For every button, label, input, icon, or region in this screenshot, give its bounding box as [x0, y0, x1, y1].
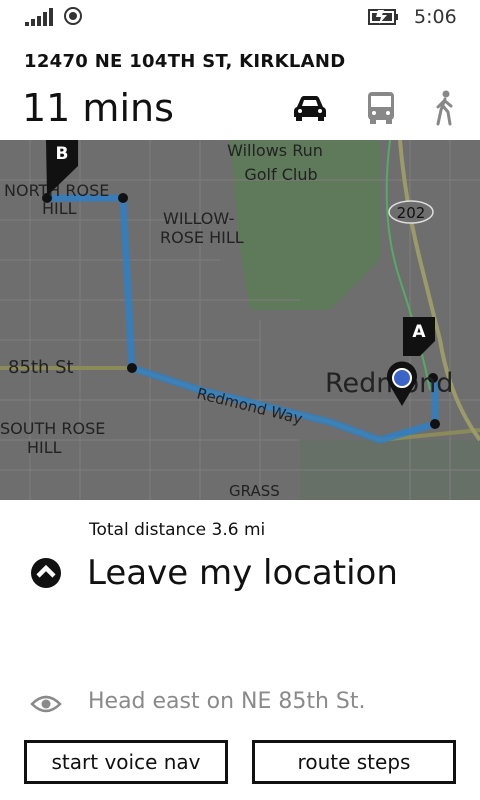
walk-icon	[436, 90, 453, 126]
eye-icon	[30, 695, 62, 713]
drive-mode-button[interactable]	[290, 88, 330, 128]
map-label: HILL	[27, 438, 62, 457]
next-instruction: Head east on NE 85th St.	[88, 689, 366, 714]
status-bar: 5:06	[0, 0, 480, 34]
marker-label: A	[412, 322, 426, 342]
walk-mode-button[interactable]	[425, 88, 465, 128]
bus-icon	[368, 92, 394, 124]
direction-arrow-icon	[31, 558, 61, 588]
destination-address: 12470 NE 104TH ST, KIRKLAND	[24, 51, 346, 72]
battery-charging-icon	[368, 9, 398, 25]
map-label: SOUTH ROSE	[0, 419, 105, 438]
map-label: WILLOW-	[163, 209, 234, 228]
signal-strength-icon	[25, 8, 55, 26]
start-voice-nav-button[interactable]: start voice nav	[24, 740, 228, 784]
highway-label: 202	[397, 204, 426, 222]
map-label: Willows Run	[227, 141, 323, 160]
transit-mode-button[interactable]	[361, 88, 401, 128]
total-distance: Total distance 3.6 mi	[89, 520, 266, 540]
clock: 5:06	[414, 6, 457, 28]
marker-label: B	[56, 144, 69, 164]
map-label: HILL	[42, 199, 77, 218]
location-status-icon	[64, 7, 82, 25]
route-steps-button[interactable]: route steps	[252, 740, 456, 784]
map-label: 85th St	[8, 357, 74, 378]
map-label: GRASS	[229, 482, 280, 500]
car-icon	[294, 96, 326, 121]
map-label: ROSE HILL	[160, 228, 244, 247]
current-step: Leave my location	[87, 553, 398, 593]
travel-duration: 11 mins	[22, 86, 174, 130]
route-map[interactable]: 202 Willows Run Golf Club NORTH ROSE HIL…	[0, 140, 480, 500]
map-label: Golf Club	[244, 165, 317, 184]
